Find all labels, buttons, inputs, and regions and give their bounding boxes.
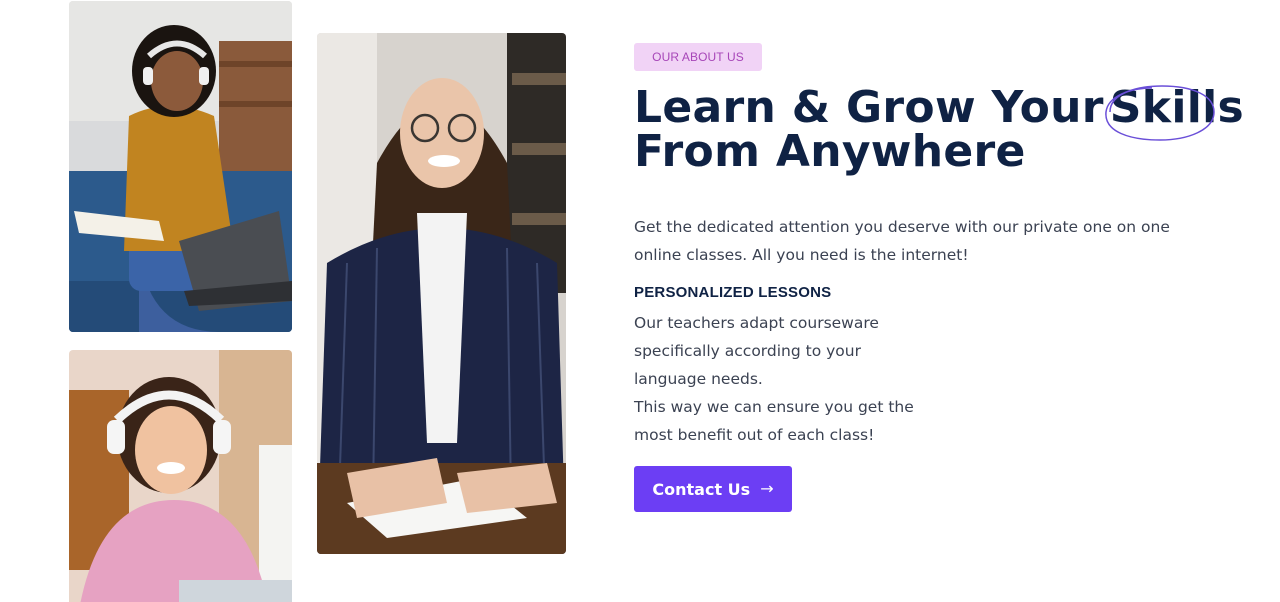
personalized-lessons-text: Our teachers adapt courseware specifical… — [634, 309, 914, 449]
student-couch-photo — [69, 1, 292, 332]
section-description: Get the dedicated attention you deserve … — [634, 218, 1170, 264]
contact-us-button[interactable]: Contact Us → — [634, 466, 792, 512]
heading-highlight: Skills — [1105, 85, 1244, 141]
arrow-right-icon: → — [760, 479, 774, 498]
contact-us-label: Contact Us — [652, 479, 751, 499]
sub-text-line: specifically according to your — [634, 342, 861, 360]
student-pink-shirt-photo — [69, 350, 292, 602]
sub-text-line: This way we can ensure you get the — [634, 398, 914, 416]
teacher-photo — [317, 33, 566, 554]
sub-text-line: language needs. — [634, 370, 763, 388]
heading-highlight-text: Skills — [1109, 82, 1244, 133]
sub-text-line: Our teachers adapt courseware — [634, 314, 879, 332]
sub-text-line: most benefit out of each class! — [634, 426, 875, 444]
heading-line-2: From Anywhere — [634, 126, 1026, 177]
personalized-lessons-heading: PERSONALIZED LESSONS — [634, 284, 832, 301]
section-heading: Learn & Grow Your Skills From Anywhere — [634, 85, 1244, 177]
section-badge: OUR ABOUT US — [634, 43, 762, 71]
about-section: OUR ABOUT US Learn & Grow Your Skills Fro… — [0, 0, 1280, 602]
